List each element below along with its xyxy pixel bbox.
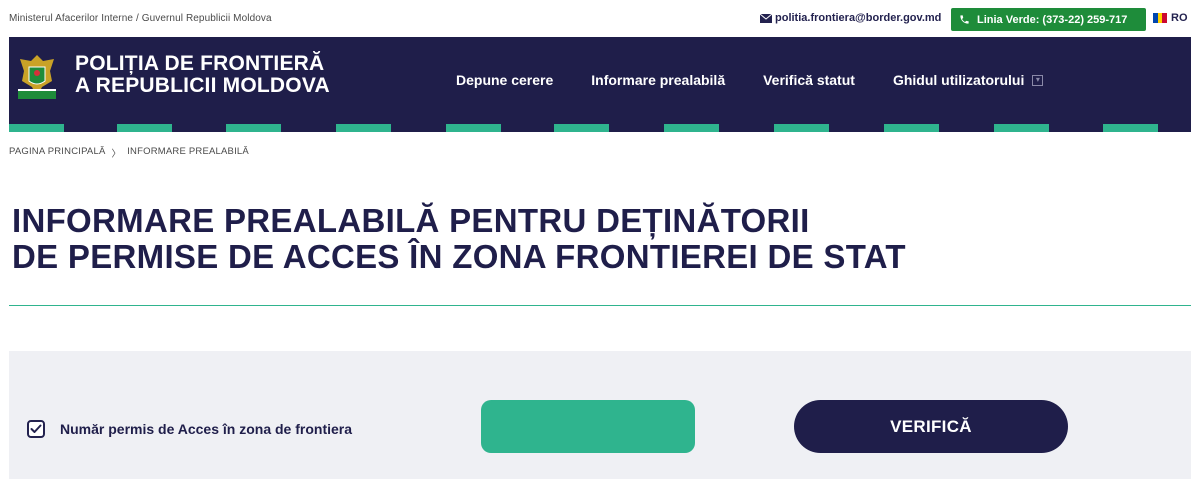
stripe: [884, 124, 939, 132]
verify-button[interactable]: VERIFICĂ: [794, 400, 1068, 453]
main-menu: Depune cerere Informare prealabilă Verif…: [456, 72, 1081, 88]
coat-of-arms-icon[interactable]: [16, 51, 58, 101]
page-title-line-2: DE PERMISE DE ACCES ÎN ZONA FRONTIEREI D…: [12, 238, 906, 275]
brand-line-2: A REPUBLICII MOLDOVA: [75, 74, 330, 97]
language-selector[interactable]: RO: [1153, 12, 1188, 24]
stripe: [554, 124, 609, 132]
hotline-text: Linia Verde: (373-22) 259-717: [977, 13, 1128, 26]
verify-panel: Număr permis de Acces în zona de frontie…: [9, 351, 1191, 479]
stripe: [226, 124, 281, 132]
stripe: [446, 124, 501, 132]
page-title: INFORMARE PREALABILĂ PENTRU DEȚINĂTORII …: [12, 203, 906, 275]
decorative-stripes: [9, 124, 1191, 132]
title-divider: [9, 305, 1191, 306]
stripe: [774, 124, 829, 132]
chevron-down-icon: ▾: [1032, 74, 1044, 86]
page-title-line-1: INFORMARE PREALABILĂ PENTRU DEȚINĂTORII: [12, 202, 810, 239]
nav-item-verifica-statut[interactable]: Verifică statut: [763, 72, 855, 88]
nav-item-depune-cerere[interactable]: Depune cerere: [456, 72, 553, 88]
stripe: [117, 124, 172, 132]
breadcrumb: PAGINA PRINCIPALĂ 〉 INFORMARE PREALABILĂ: [9, 146, 249, 160]
breadcrumb-separator: 〉: [111, 149, 122, 160]
main-navbar: POLIȚIA DE FRONTIERĂ A REPUBLICII MOLDOV…: [9, 37, 1191, 132]
permit-checkbox[interactable]: [27, 420, 45, 438]
checkmark-icon: [30, 424, 42, 433]
breadcrumb-current: INFORMARE PREALABILĂ: [127, 146, 249, 157]
phone-icon: [960, 15, 969, 24]
language-code: RO: [1171, 12, 1188, 24]
email-link[interactable]: politia.frontiera@border.gov.md: [760, 12, 941, 24]
stripe: [664, 124, 719, 132]
stripe: [1103, 124, 1158, 132]
nav-item-informare-prealabila[interactable]: Informare prealabilă: [591, 72, 725, 88]
nav-item-ghidul-utilizatorului[interactable]: Ghidul utilizatorului ▾: [892, 72, 1044, 88]
hotline-button[interactable]: Linia Verde: (373-22) 259-717: [951, 8, 1146, 31]
mail-icon: [760, 13, 772, 23]
stripe: [336, 124, 391, 132]
brand-line-1: POLIȚIA DE FRONTIERĂ: [75, 52, 325, 75]
brand-title[interactable]: POLIȚIA DE FRONTIERĂ A REPUBLICII MOLDOV…: [75, 53, 330, 97]
nav-item-label: Ghidul utilizatorului: [892, 72, 1025, 88]
moldova-flag-icon: [1153, 13, 1168, 23]
permit-checkbox-label[interactable]: Număr permis de Acces în zona de frontie…: [60, 421, 352, 437]
breadcrumb-home[interactable]: PAGINA PRINCIPALĂ: [9, 146, 106, 160]
stripe: [9, 124, 64, 132]
stripe: [994, 124, 1049, 132]
top-bar: Ministerul Afacerilor Interne / Guvernul…: [0, 0, 1191, 37]
permit-number-input[interactable]: [481, 400, 695, 453]
email-text: politia.frontiera@border.gov.md: [775, 12, 942, 24]
ministry-label: Ministerul Afacerilor Interne / Guvernul…: [9, 13, 272, 24]
